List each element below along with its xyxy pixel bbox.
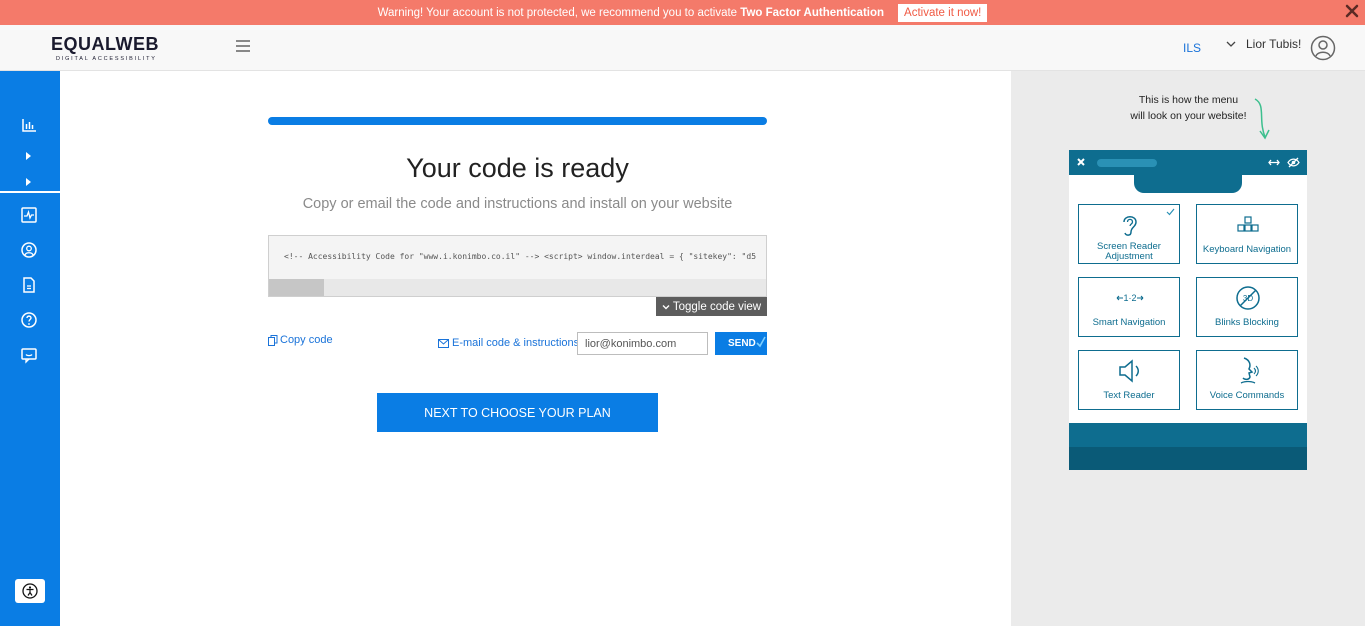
svg-text:3D: 3D bbox=[1243, 294, 1253, 303]
curved-arrow-icon bbox=[1254, 98, 1270, 140]
sidebar-feedback-icon[interactable] bbox=[20, 346, 38, 364]
sidebar-help-icon[interactable] bbox=[20, 311, 38, 329]
user-avatar-icon[interactable] bbox=[1310, 35, 1336, 61]
logo-tagline: DIGITAL ACCESSIBILITY bbox=[56, 56, 157, 62]
widget-preview-panel: This is how the menu will look on your w… bbox=[1011, 71, 1365, 626]
email-instructions-label: E-mail code & instructions bbox=[438, 337, 579, 349]
tile-text-reader: Text Reader bbox=[1078, 350, 1180, 410]
equalweb-logo[interactable]: EQUALWEB DIGITAL ACCESSIBILITY bbox=[51, 34, 159, 62]
close-banner-icon[interactable] bbox=[1343, 2, 1361, 20]
copy-icon bbox=[268, 334, 278, 346]
sidebar-expand-arrow-icon[interactable] bbox=[20, 173, 38, 191]
sidebar-account-icon[interactable] bbox=[20, 241, 38, 259]
code-snippet-text[interactable]: <!-- Accessibility Code for "www.i.konim… bbox=[284, 252, 756, 261]
page-subtitle: Copy or email the code and instructions … bbox=[302, 196, 733, 212]
widget-header-tab bbox=[1134, 172, 1242, 193]
email-input[interactable] bbox=[577, 332, 708, 355]
resize-arrows-icon bbox=[1268, 159, 1280, 166]
voice-icon bbox=[1240, 357, 1259, 384]
chevron-down-icon bbox=[662, 304, 670, 309]
blinks-blocking-icon: 3D bbox=[1236, 286, 1260, 310]
sidebar-monitor-icon[interactable] bbox=[20, 206, 38, 224]
hamburger-menu-icon[interactable] bbox=[236, 40, 250, 52]
progress-bar bbox=[268, 117, 767, 125]
toggle-code-view-button[interactable]: Toggle code view bbox=[656, 297, 767, 316]
top-header: EQUALWEB DIGITAL ACCESSIBILITY ILS Lior … bbox=[0, 25, 1365, 71]
accessibility-widget-preview: Screen Reader Adjustment Keyboard Naviga… bbox=[1069, 150, 1307, 470]
activate-2fa-button[interactable]: Activate it now! bbox=[898, 3, 988, 22]
ear-icon bbox=[1123, 216, 1137, 236]
tile-screen-reader: Screen Reader Adjustment bbox=[1078, 204, 1180, 264]
widget-footer-bottom bbox=[1069, 447, 1307, 470]
warning-message: Warning! Your account is not protected, … bbox=[377, 6, 885, 19]
accessibility-icon bbox=[22, 583, 38, 599]
currency-selector[interactable]: ILS bbox=[1183, 41, 1201, 55]
user-menu-toggle[interactable]: Lior Tubis! bbox=[1226, 37, 1301, 51]
keyboard-icon bbox=[1237, 216, 1259, 232]
tile-keyboard-navigation: Keyboard Navigation bbox=[1196, 204, 1298, 264]
chevron-down-icon bbox=[1226, 41, 1236, 47]
close-icon bbox=[1077, 158, 1085, 166]
user-greeting: Lior Tubis! bbox=[1246, 37, 1302, 51]
sidebar-document-icon[interactable] bbox=[20, 276, 38, 294]
widget-title-placeholder bbox=[1097, 159, 1157, 167]
tile-voice-commands: Voice Commands bbox=[1196, 350, 1298, 410]
code-horizontal-scrollbar[interactable] bbox=[269, 279, 766, 296]
check-icon bbox=[1166, 208, 1175, 216]
warning-banner: Warning! Your account is not protected, … bbox=[0, 0, 1365, 25]
accessibility-menu-button[interactable] bbox=[15, 579, 45, 603]
next-choose-plan-button[interactable]: NEXT TO CHOOSE YOUR PLAN bbox=[377, 393, 658, 432]
smart-nav-icon: 1·2 bbox=[1116, 293, 1144, 303]
sidebar-dashboard-icon[interactable] bbox=[20, 116, 38, 134]
hide-eye-icon bbox=[1287, 157, 1300, 168]
send-email-button[interactable]: SEND bbox=[715, 332, 767, 355]
main-content: Your code is ready Copy or email the cod… bbox=[60, 71, 1011, 626]
tile-blinks-blocking: 3D Blinks Blocking bbox=[1196, 277, 1298, 337]
page-title: Your code is ready bbox=[406, 153, 629, 183]
envelope-icon bbox=[438, 338, 449, 348]
left-sidebar bbox=[0, 71, 60, 626]
copy-code-link[interactable]: Copy code bbox=[268, 334, 333, 346]
preview-note: This is how the menu will look on your w… bbox=[1130, 94, 1247, 122]
code-snippet-box[interactable]: <!-- Accessibility Code for "www.i.konim… bbox=[268, 235, 767, 297]
speaker-icon bbox=[1119, 359, 1139, 383]
svg-text:1·2: 1·2 bbox=[1123, 293, 1136, 303]
check-icon bbox=[756, 336, 766, 348]
sidebar-expand-arrow-icon[interactable] bbox=[20, 147, 38, 165]
scrollbar-thumb[interactable] bbox=[269, 279, 324, 296]
widget-footer bbox=[1069, 423, 1307, 447]
sidebar-active-divider bbox=[0, 191, 60, 193]
logo-word: EQUALWEB bbox=[51, 34, 160, 54]
tile-smart-navigation: 1·2 Smart Navigation bbox=[1078, 277, 1180, 337]
